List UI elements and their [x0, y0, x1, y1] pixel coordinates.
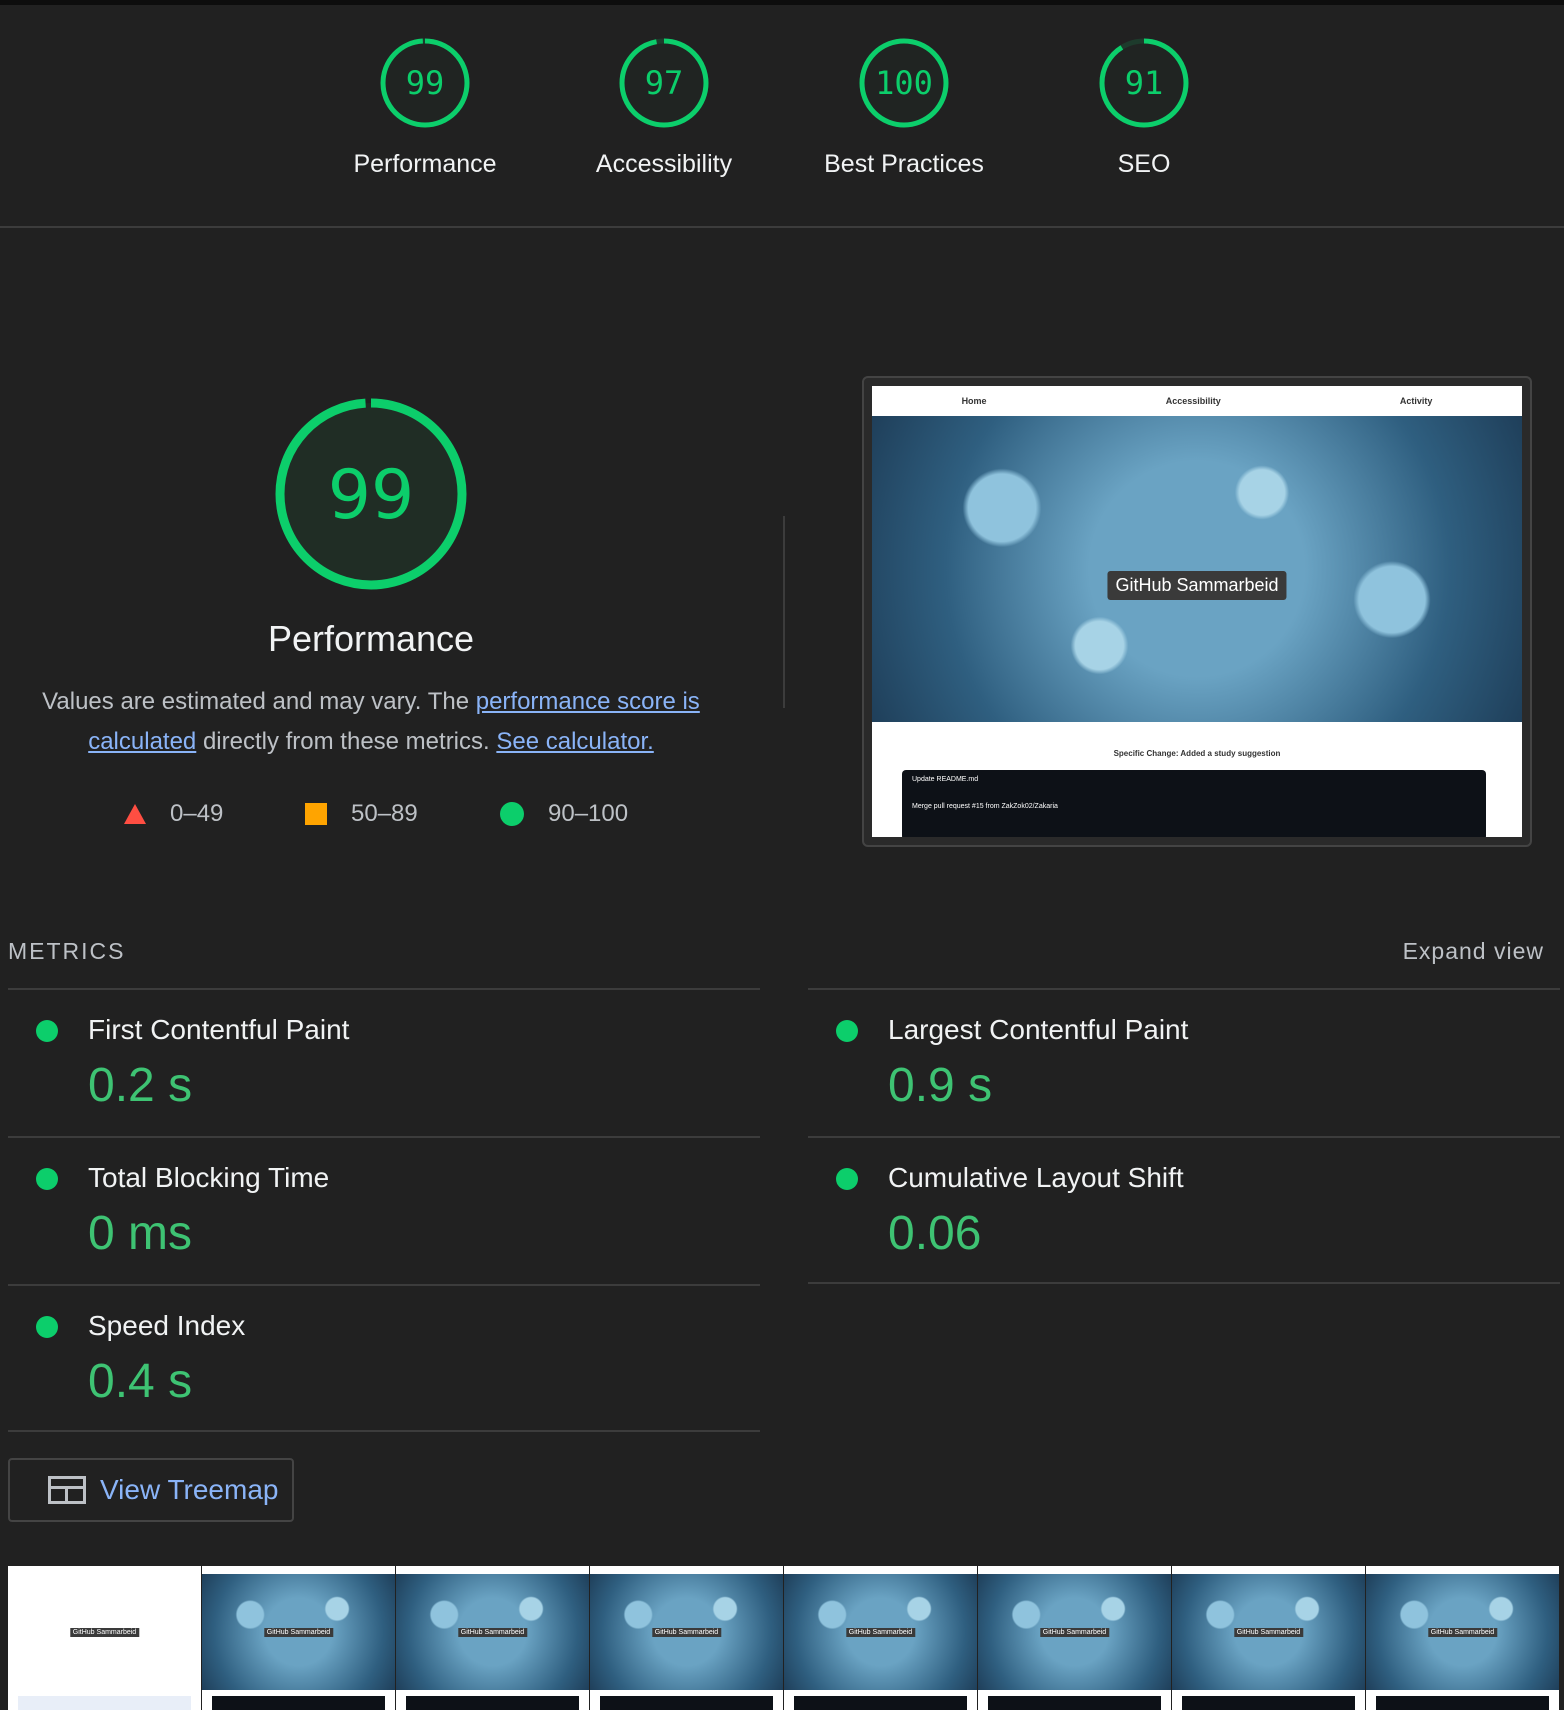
metric-cumulative-layout-shift: Cumulative Layout Shift 0.06 [808, 1136, 1560, 1284]
screenshot-nav: Home Accessibility Activity [872, 386, 1522, 416]
filmstrip-frame: GitHub Sammarbeid [784, 1566, 978, 1710]
gauge-score: 100 [875, 64, 933, 102]
screenshot-image: Home Accessibility Activity GitHub Samma… [872, 386, 1522, 837]
frame-title: GitHub Sammarbeid [845, 1628, 916, 1637]
gauge-ring-icon: 91 [1099, 38, 1189, 128]
triangle-icon [124, 804, 146, 824]
legend-range: 50–89 [351, 800, 418, 827]
legend-range: 90–100 [548, 800, 629, 827]
gauge-summary: 99 Performance 97 Accessibility 100 Best… [0, 36, 1564, 226]
lighthouse-report: 99 Performance 97 Accessibility 100 Best… [0, 0, 1564, 1710]
frame-title: GitHub Sammarbeid [1233, 1628, 1304, 1637]
desc-text: directly from these metrics. [196, 728, 497, 755]
score-legend: 0–49 50–89 90–100 [0, 800, 742, 836]
metric-value: 0.06 [888, 1207, 982, 1260]
metrics-column-left: First Contentful Paint 0.2 s Total Block… [8, 988, 760, 1432]
filmstrip-frame: GitHub Sammarbeid [590, 1566, 784, 1710]
gauge-ring-icon: 100 [859, 38, 949, 128]
frame-title: GitHub Sammarbeid [651, 1628, 722, 1637]
vertical-divider [783, 516, 785, 708]
pass-circle-icon [836, 1168, 858, 1190]
metric-title: Cumulative Layout Shift [888, 1162, 1184, 1193]
filmstrip: GitHub Sammarbeid GitHub Sammarbeid GitH… [8, 1566, 1564, 1710]
gauge-label: Performance [353, 150, 497, 178]
gauge-best-practices[interactable]: 100 Best Practices [804, 36, 1004, 179]
pass-circle-icon [36, 1020, 58, 1042]
metric-largest-contentful-paint: Largest Contentful Paint 0.9 s [808, 988, 1560, 1136]
filmstrip-frame: GitHub Sammarbeid [8, 1566, 202, 1710]
frame-title: GitHub Sammarbeid [263, 1628, 334, 1637]
gauge-ring-icon: 97 [619, 38, 709, 128]
legend-range: 0–49 [170, 800, 224, 827]
legend-fail: 0–49 [124, 800, 223, 828]
metric-speed-index: Speed Index 0.4 s [8, 1284, 760, 1432]
treemap-icon [48, 1476, 86, 1504]
screenshot-hero-image: GitHub Sammarbeid [872, 416, 1522, 722]
metric-value: 0 ms [88, 1207, 193, 1260]
metric-total-blocking-time: Total Blocking Time 0 ms [8, 1136, 760, 1284]
gauge-ring-icon: 99 [380, 38, 470, 128]
metric-value: 0.2 s [88, 1059, 193, 1112]
filmstrip-frame: GitHub Sammarbeid [1172, 1566, 1366, 1710]
gauge-label: Best Practices [824, 150, 984, 178]
view-treemap-label: View Treemap [100, 1474, 279, 1505]
gauge-seo[interactable]: 91 SEO [1044, 36, 1244, 179]
metric-title: Largest Contentful Paint [888, 1014, 1189, 1045]
gauge-label: Accessibility [595, 150, 733, 178]
screenshot-commit-list: Update README.md Merge pull request #15 … [902, 770, 1486, 837]
frame-title: GitHub Sammarbeid [457, 1628, 528, 1637]
metric-first-contentful-paint: First Contentful Paint 0.2 s [8, 988, 760, 1136]
legend-average: 50–89 [305, 800, 418, 828]
header-divider [0, 226, 1564, 228]
circle-icon [500, 802, 524, 826]
frame-title: GitHub Sammarbeid [1039, 1628, 1110, 1637]
pass-circle-icon [36, 1168, 58, 1190]
gauge-score: 97 [645, 64, 684, 102]
metrics-column-right: Largest Contentful Paint 0.9 s Cumulativ… [808, 988, 1560, 1284]
performance-score: 99 [328, 456, 415, 535]
frame-title: GitHub Sammarbeid [69, 1628, 140, 1637]
screenshot-nav-item: Home [961, 396, 987, 406]
gauge-label: SEO [1117, 150, 1171, 178]
filmstrip-frame: GitHub Sammarbeid [396, 1566, 590, 1710]
metric-value: 0.9 s [888, 1059, 993, 1112]
filmstrip-frame: GitHub Sammarbeid [1366, 1566, 1560, 1710]
frame-title: GitHub Sammarbeid [1427, 1628, 1498, 1637]
top-border [0, 0, 1564, 5]
pass-circle-icon [836, 1020, 858, 1042]
gauge-score: 99 [406, 64, 445, 102]
metric-title: Speed Index [88, 1310, 246, 1341]
legend-pass: 90–100 [500, 800, 628, 828]
screenshot-nav-item: Activity [1399, 396, 1433, 406]
gauge-score: 91 [1125, 64, 1164, 102]
gauge-accessibility[interactable]: 97 Accessibility [564, 36, 764, 179]
square-icon [305, 803, 327, 825]
see-calculator-link[interactable]: See calculator. [496, 728, 653, 755]
filmstrip-frame: GitHub Sammarbeid [978, 1566, 1172, 1710]
performance-description: Values are estimated and may vary. The p… [30, 682, 712, 762]
metric-title: First Contentful Paint [88, 1014, 350, 1045]
expand-view-toggle[interactable]: Expand view [1403, 938, 1544, 965]
filmstrip-frame: GitHub Sammarbeid [202, 1566, 396, 1710]
screenshot-commit: Update README.md [912, 776, 979, 783]
performance-title: Performance [267, 618, 475, 659]
metrics-header: METRICS [8, 938, 126, 964]
metric-value: 0.4 s [88, 1355, 193, 1408]
view-treemap-button[interactable]: View Treemap [8, 1458, 294, 1522]
final-screenshot[interactable]: Home Accessibility Activity GitHub Samma… [862, 376, 1532, 847]
metric-title: Total Blocking Time [88, 1162, 330, 1193]
performance-gauge-large: 99 [272, 395, 470, 598]
gauge-performance[interactable]: 99 Performance [325, 36, 525, 179]
screenshot-commit: Merge pull request #15 from ZakZok02/Zak… [912, 803, 1058, 810]
screenshot-nav-item: Accessibility [1165, 396, 1221, 406]
gauge-ring-icon: 99 [275, 398, 467, 590]
screenshot-change-text: Specific Change: Added a study suggestio… [1113, 749, 1281, 758]
desc-text: Values are estimated and may vary. The [42, 688, 476, 715]
pass-circle-icon [36, 1316, 58, 1338]
screenshot-hero-title: GitHub Sammarbeid [1107, 571, 1287, 600]
